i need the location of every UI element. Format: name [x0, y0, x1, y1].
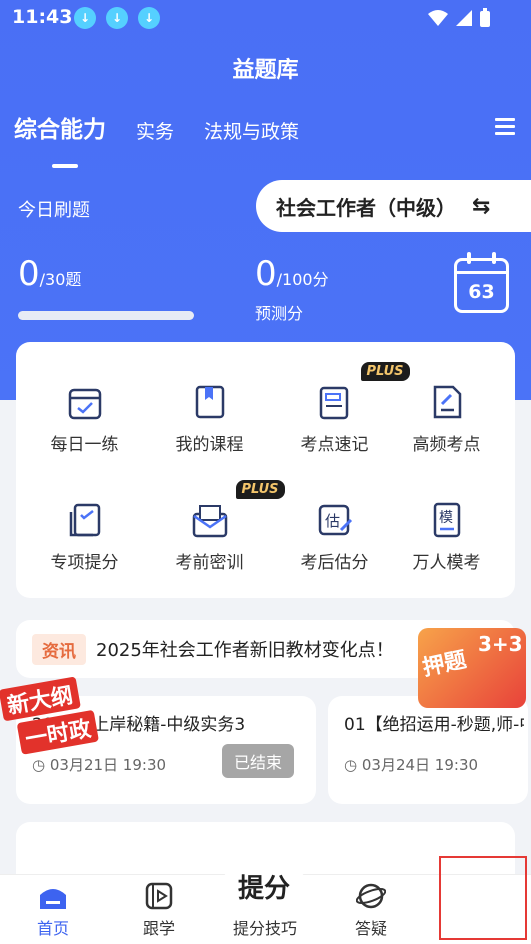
- feature-label: 我的课程: [175, 435, 244, 455]
- status-bar: 11:43 ↓ ↓ ↓: [0, 0, 531, 36]
- feature-label: 高频考点: [412, 435, 481, 455]
- mock-exam-icon: 模: [427, 500, 467, 540]
- document-edit-icon: [427, 382, 467, 422]
- feature-post-exam-estimate[interactable]: 估 考后估分: [272, 500, 397, 573]
- feature-high-frequency[interactable]: 高频考点: [384, 382, 509, 455]
- video-icon: [144, 881, 174, 911]
- tabbar-center-logo[interactable]: 提分: [212, 868, 316, 905]
- tab-practice[interactable]: 实务: [136, 117, 174, 144]
- envelope-icon: PLUS: [190, 480, 285, 540]
- predicted-score-stat: 0/100分: [255, 254, 329, 294]
- feature-grid: 每日一练 我的课程 PLUS 考点速记 高频考点 专项提分 PLUS 考前密训: [16, 342, 515, 598]
- questions-progress: [18, 311, 194, 320]
- wifi-icon: [428, 10, 448, 26]
- calendar-check-icon: [65, 382, 105, 422]
- tab-comprehensive[interactable]: 综合能力: [14, 110, 106, 144]
- signal-icon: [456, 10, 472, 26]
- tabbar-follow[interactable]: 跟学: [114, 881, 204, 939]
- exam-selector-label: 社会工作者（中级）: [276, 195, 456, 220]
- predicted-label: 预测分: [255, 304, 304, 323]
- svg-text:估: 估: [325, 512, 340, 530]
- swap-icon: ⇆: [472, 193, 491, 219]
- course-title: 01【绝招运用-秒题,师-中级社工-综合: [344, 715, 524, 735]
- feature-label: 万人模考: [412, 553, 481, 573]
- tabbar-qa[interactable]: 答疑: [326, 881, 416, 939]
- book-icon: [190, 382, 230, 422]
- feature-quick-notes[interactable]: PLUS 考点速记: [272, 362, 410, 455]
- feature-label: 考后估分: [300, 553, 369, 573]
- status-time: 11:43: [12, 6, 73, 28]
- news-tag: 资讯: [32, 633, 86, 665]
- tabbar-label: 提分技巧: [232, 919, 297, 938]
- feature-mock-exam[interactable]: 模 万人模考: [384, 500, 509, 573]
- promo-sticker-right[interactable]: 押题 3+3: [418, 628, 526, 708]
- feature-special-boost[interactable]: 专项提分: [22, 500, 147, 573]
- battery-icon: [480, 8, 490, 27]
- active-tab-indicator: [52, 164, 78, 168]
- chat-planet-icon: [355, 881, 387, 911]
- questions-done: 0: [18, 254, 40, 294]
- days-left: 63: [468, 281, 495, 303]
- course-card[interactable]: 01【绝招运用-秒题,师-中级社工-综合 ◷ 03月24日 19:30: [328, 696, 528, 804]
- tabbar-label: 首页: [36, 919, 69, 938]
- status-icons: [427, 8, 491, 28]
- questions-total: /30题: [39, 270, 82, 289]
- feature-label: 专项提分: [50, 553, 119, 573]
- download-icon: ↓: [74, 7, 96, 29]
- tabbar-home[interactable]: 首页: [8, 881, 98, 939]
- svg-text:模: 模: [439, 510, 453, 526]
- home-icon: [38, 881, 68, 911]
- plus-badge: PLUS: [360, 362, 410, 381]
- notes-icon: PLUS: [315, 362, 410, 422]
- course-time: ◷ 03月24日 19:30: [344, 756, 479, 774]
- feature-label: 每日一练: [50, 435, 119, 455]
- tabbar-label: 跟学: [142, 919, 175, 938]
- download-icon: ↓: [138, 7, 160, 29]
- questions-stat: 0/30题: [18, 254, 81, 294]
- predicted-score: 0: [255, 254, 277, 294]
- feature-label: 考前密训: [175, 553, 244, 573]
- feature-pre-exam-training[interactable]: PLUS 考前密训: [147, 480, 285, 573]
- subject-tabs: 综合能力 实务 法规与政策: [14, 110, 329, 168]
- feature-label: 考点速记: [300, 435, 369, 455]
- countdown-calendar-icon[interactable]: 63: [454, 252, 509, 313]
- menu-icon[interactable]: [495, 118, 515, 139]
- plus-badge: PLUS: [235, 480, 285, 499]
- tab-regulations[interactable]: 法规与政策: [204, 117, 299, 144]
- checklist-icon: [65, 500, 105, 540]
- news-text: 2025年社会工作者新旧教材变化点！: [96, 640, 394, 661]
- highlight-box: [439, 856, 527, 940]
- page-title: 益题库: [232, 58, 299, 83]
- download-icon: ↓: [106, 7, 128, 29]
- course-time: ◷ 03月21日 19:30: [32, 756, 167, 774]
- today-label: 今日刷题: [18, 200, 90, 221]
- exam-selector[interactable]: 社会工作者（中级） ⇆: [256, 180, 531, 232]
- status-badge: 已结束: [222, 744, 295, 778]
- predicted-total: /100分: [276, 270, 329, 289]
- feature-my-courses[interactable]: 我的课程: [147, 382, 272, 455]
- feature-daily-practice[interactable]: 每日一练: [22, 382, 147, 455]
- estimate-icon: 估: [315, 500, 355, 540]
- tabbar-label: 答疑: [354, 919, 387, 938]
